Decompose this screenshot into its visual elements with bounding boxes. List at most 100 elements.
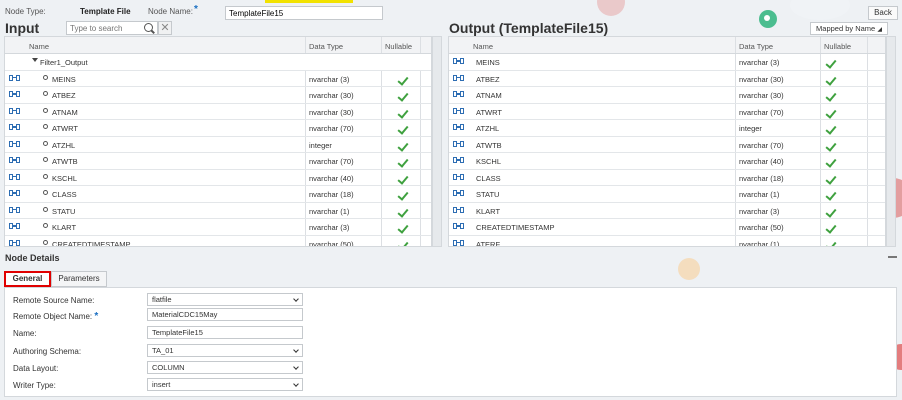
field-name: MEINS	[476, 58, 500, 67]
column-header-name[interactable]: Name	[29, 42, 49, 51]
search-box[interactable]	[66, 21, 158, 35]
writer-type-label: Writer Type:	[13, 381, 56, 390]
table-row[interactable]: STATU nvarchar (1)	[5, 202, 431, 219]
back-button[interactable]: Back	[868, 6, 898, 20]
search-input[interactable]	[67, 22, 139, 34]
required-marker: *	[94, 311, 99, 322]
field-datatype: integer	[309, 140, 332, 150]
node-name-input[interactable]	[225, 6, 383, 20]
search-icon[interactable]	[144, 23, 153, 32]
writer-type-select[interactable]: insert	[147, 378, 303, 391]
table-row[interactable]: ATWTB nvarchar (70)	[449, 136, 885, 153]
chevron-down-icon[interactable]	[293, 364, 299, 370]
authoring-schema-label: Authoring Schema:	[13, 347, 82, 356]
tab-general[interactable]: General	[4, 271, 51, 287]
table-row[interactable]: KSCHL nvarchar (40)	[5, 169, 431, 186]
field-name: ATWRT	[476, 107, 502, 117]
table-row[interactable]: ATNAM nvarchar (30)	[5, 103, 431, 120]
name-input[interactable]: TemplateFile15	[147, 326, 303, 339]
mapping-link-icon	[453, 206, 464, 213]
table-row[interactable]: ATZHL integer	[449, 120, 885, 137]
nullable-check-icon	[397, 174, 407, 184]
node-name-label: Node Name:	[148, 7, 193, 16]
input-grid-header: Name Data Type Nullable	[5, 37, 431, 54]
field-datatype: nvarchar (50)	[309, 239, 354, 247]
tab-parameters[interactable]: Parameters	[51, 271, 107, 287]
clear-search-button[interactable]: ✕	[158, 21, 172, 35]
field-name: KSCHL	[476, 157, 502, 166]
nullable-check-icon	[825, 223, 835, 233]
table-row[interactable]: KLART nvarchar (3)	[5, 219, 431, 236]
name-label: Name:	[13, 329, 37, 338]
table-row[interactable]: ATZHL integer	[5, 136, 431, 153]
chevron-down-icon[interactable]	[293, 381, 299, 387]
chevron-down-icon[interactable]	[293, 296, 299, 302]
field-datatype: nvarchar (18)	[739, 173, 784, 183]
tree-group-row[interactable]: Filter1_Output	[5, 54, 431, 71]
remote-object-name-input[interactable]: MaterialCDC15May	[147, 308, 303, 321]
highlight-bar	[265, 0, 353, 3]
column-header-nullable[interactable]: Nullable	[385, 42, 412, 51]
column-header-nullable[interactable]: Nullable	[824, 42, 851, 51]
form-row: Authoring Schema: TA_01	[5, 344, 896, 359]
nullable-check-icon	[825, 157, 835, 167]
table-row[interactable]: ATWRT nvarchar (70)	[5, 120, 431, 137]
general-form: Remote Source Name: flatfile Remote Object…	[4, 287, 897, 397]
input-grid: Name Data Type Nullable Filter1_Output M…	[4, 36, 432, 247]
table-row[interactable]: STATU nvarchar (1)	[449, 186, 885, 203]
field-bullet-icon	[43, 124, 48, 129]
remote-source-name-select[interactable]: flatfile	[147, 293, 303, 306]
field-name: ATWTB	[52, 157, 78, 166]
group-name: Filter1_Output	[40, 58, 88, 67]
table-row[interactable]: ATWRT nvarchar (70)	[449, 103, 885, 120]
field-value: TemplateFile15	[152, 328, 203, 337]
field-name: CLASS	[476, 173, 501, 183]
table-row[interactable]: KLART nvarchar (3)	[449, 202, 885, 219]
mapping-link-icon	[453, 173, 464, 180]
mapping-link-icon	[9, 91, 20, 97]
table-row[interactable]: KSCHL nvarchar (40)	[449, 153, 885, 170]
nullable-check-icon	[825, 58, 835, 68]
table-row[interactable]: MEINS nvarchar (3)	[449, 54, 885, 71]
table-row[interactable]: ATBEZ nvarchar (30)	[5, 87, 431, 104]
table-row[interactable]: ATERF nvarchar (1)	[449, 235, 885, 246]
field-name: MEINS	[52, 74, 76, 84]
chevron-down-icon[interactable]	[293, 347, 299, 353]
mapping-link-icon	[453, 58, 464, 64]
data-layout-label: Data Layout:	[13, 364, 59, 373]
output-scrollbar[interactable]	[886, 36, 896, 247]
field-datatype: nvarchar (50)	[739, 223, 784, 232]
remote-source-name-label: Remote Source Name:	[13, 296, 95, 305]
expand-arrow-icon[interactable]	[32, 58, 38, 62]
node-type-value: Template File	[80, 7, 131, 16]
form-row: Remote Source Name: flatfile	[5, 293, 896, 308]
field-datatype: nvarchar (3)	[739, 206, 780, 216]
field-datatype: nvarchar (3)	[309, 223, 350, 232]
mapping-link-icon	[9, 140, 20, 147]
table-row[interactable]: CREATEDTIMESTAMP nvarchar (50)	[5, 235, 431, 247]
field-name: CREATEDTIMESTAMP	[52, 239, 131, 247]
table-row[interactable]: CREATEDTIMESTAMP nvarchar (50)	[449, 219, 885, 236]
field-name: ATZHL	[52, 140, 76, 150]
field-name: ATBEZ	[476, 74, 500, 84]
table-row[interactable]: CLASS nvarchar (18)	[5, 186, 431, 203]
mapped-by-name-dropdown[interactable]: Mapped by Name ◢	[810, 22, 888, 35]
table-row[interactable]: ATBEZ nvarchar (30)	[449, 70, 885, 87]
field-name: ATWRT	[52, 124, 78, 133]
authoring-schema-select[interactable]: TA_01	[147, 344, 303, 357]
column-header-datatype[interactable]: Data Type	[739, 42, 773, 51]
table-row[interactable]: ATWTB nvarchar (70)	[5, 153, 431, 170]
column-header-name[interactable]: Name	[473, 42, 493, 51]
output-panel-title: Output (TemplateFile15)	[449, 20, 609, 36]
mapping-link-icon	[453, 157, 464, 163]
input-scrollbar[interactable]	[432, 36, 442, 247]
form-row: Writer Type: insert	[5, 378, 896, 393]
table-row[interactable]: CLASS nvarchar (18)	[449, 169, 885, 186]
table-row[interactable]: ATNAM nvarchar (30)	[449, 87, 885, 104]
nullable-check-icon	[397, 124, 407, 134]
column-header-datatype[interactable]: Data Type	[309, 42, 343, 51]
table-row[interactable]: MEINS nvarchar (3)	[5, 70, 431, 87]
data-layout-select[interactable]: COLUMN	[147, 361, 303, 374]
field-bullet-icon	[43, 74, 48, 80]
minimize-icon[interactable]	[888, 256, 897, 258]
